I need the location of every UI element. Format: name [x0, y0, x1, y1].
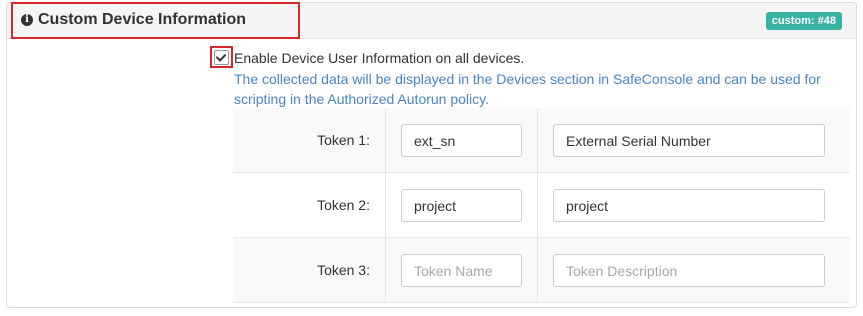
column-divider — [385, 108, 386, 172]
column-divider — [537, 238, 538, 302]
token-name-input[interactable] — [401, 124, 522, 157]
token-table: Token 1: Token 2: Token 3: — [233, 108, 850, 303]
token-name-input[interactable] — [401, 189, 522, 222]
column-divider — [385, 173, 386, 237]
token-row: Token 1: — [233, 108, 850, 173]
token-name-input[interactable] — [401, 254, 522, 287]
panel-title-text: Custom Device Information — [38, 11, 247, 28]
enable-device-info-label: Enable Device User Information on all de… — [234, 50, 525, 66]
token-description-input[interactable] — [553, 189, 825, 222]
token-label: Token 3: — [317, 262, 370, 278]
panel-title: i Custom Device Information — [21, 11, 246, 29]
checkmark-icon — [215, 51, 227, 62]
info-circle-icon: i — [21, 14, 33, 26]
panel-header: i Custom Device Information custom: #48 — [7, 3, 856, 39]
token-label: Token 1: — [317, 132, 370, 148]
column-divider — [385, 238, 386, 302]
column-divider — [537, 108, 538, 172]
enable-device-info-checkbox[interactable] — [214, 50, 229, 65]
token-row: Token 2: — [233, 173, 850, 238]
custom-badge: custom: #48 — [765, 12, 842, 30]
token-description-input[interactable] — [553, 124, 825, 157]
column-divider — [537, 173, 538, 237]
token-description-input[interactable] — [553, 254, 825, 287]
help-text: The collected data will be displayed in … — [234, 71, 821, 107]
token-row: Token 3: — [233, 238, 850, 303]
token-label: Token 2: — [317, 197, 370, 213]
